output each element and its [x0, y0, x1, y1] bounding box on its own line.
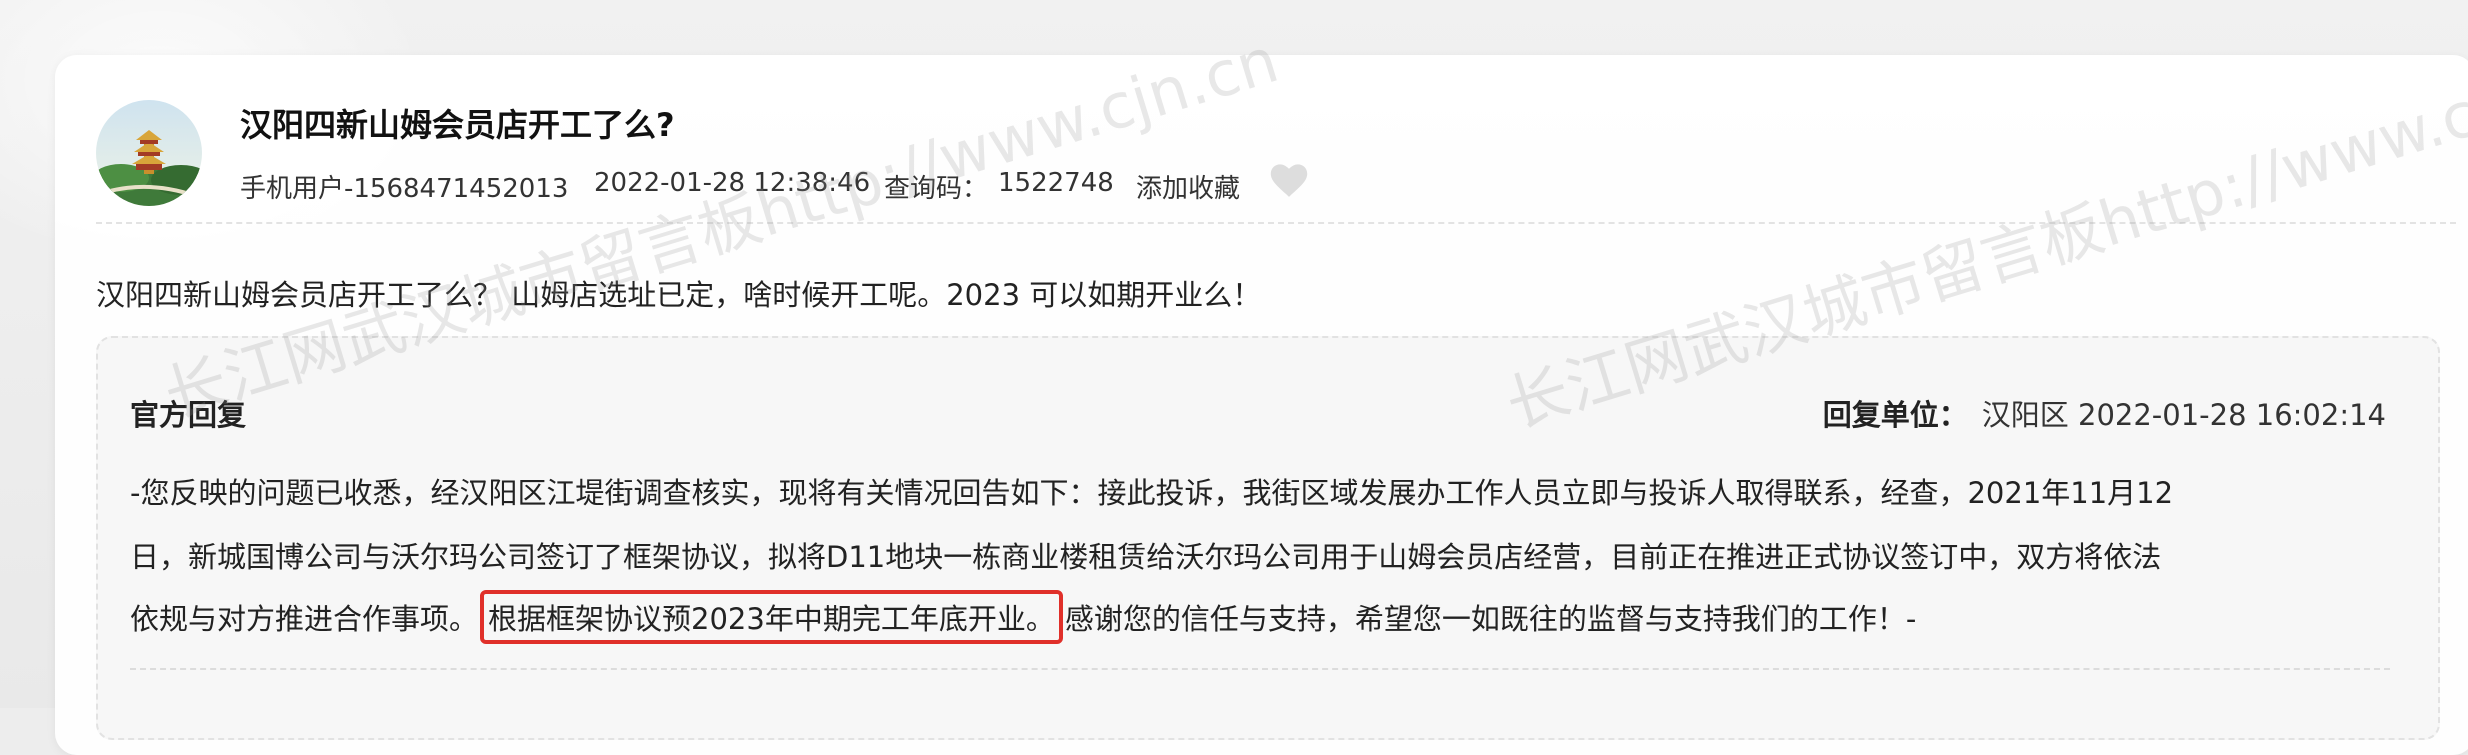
heart-icon[interactable] — [1270, 163, 1308, 199]
post-datetime: 2022-01-28 12:38:46 — [594, 168, 871, 198]
user-avatar — [96, 100, 202, 206]
official-reply-heading: 官方回复 — [130, 398, 247, 432]
reply-text-after-highlight: 感谢您的信任与支持，希望您一如既往的监督与支持我们的工作！- — [1064, 602, 1917, 636]
reply-unit-label: 回复单位： — [1822, 398, 1968, 432]
reply-text-line-3: 依规与对方推进合作事项。 根据框架协议预2023年中期完工年底开业。 感谢您的信任与… — [130, 590, 1917, 644]
reply-datetime: 2022-01-28 16:02:14 — [2078, 398, 2386, 432]
question-text: 汉阳四新山姆会员店开工了么？ 山姆店选址已定，啥时候开工呢。2023 可以如期开… — [96, 278, 1262, 312]
reply-text-line-2: 日，新城国博公司与沃尔玛公司签订了框架协议，拟将D11地块一栋商业楼租赁给沃尔玛… — [130, 540, 2162, 574]
reply-text-before-highlight: 依规与对方推进合作事项。 — [130, 602, 479, 636]
reply-text-line-1: -您反映的问题已收悉，经汉阳区江堤街调查核实，现将有关情况回告如下：接此投诉，我… — [130, 476, 2174, 510]
highlighted-statement: 根据框架协议预2023年中期完工年底开业。 — [480, 590, 1063, 644]
add-favorite-link[interactable]: 添加收藏 — [1136, 168, 1240, 205]
post-title: 汉阳四新山姆会员店开工了么? — [240, 106, 675, 144]
header-divider — [96, 222, 2456, 224]
query-code-label: 查询码： — [884, 174, 989, 204]
reply-unit: 汉阳区 — [1981, 398, 2069, 432]
reply-unit-info: 回复单位： 汉阳区 2022-01-28 16:02:14 — [1823, 392, 2386, 434]
reply-divider — [130, 668, 2390, 670]
author-name: 手机用户-1568471452013 — [240, 174, 569, 204]
query-code: 1522748 — [998, 168, 1114, 198]
